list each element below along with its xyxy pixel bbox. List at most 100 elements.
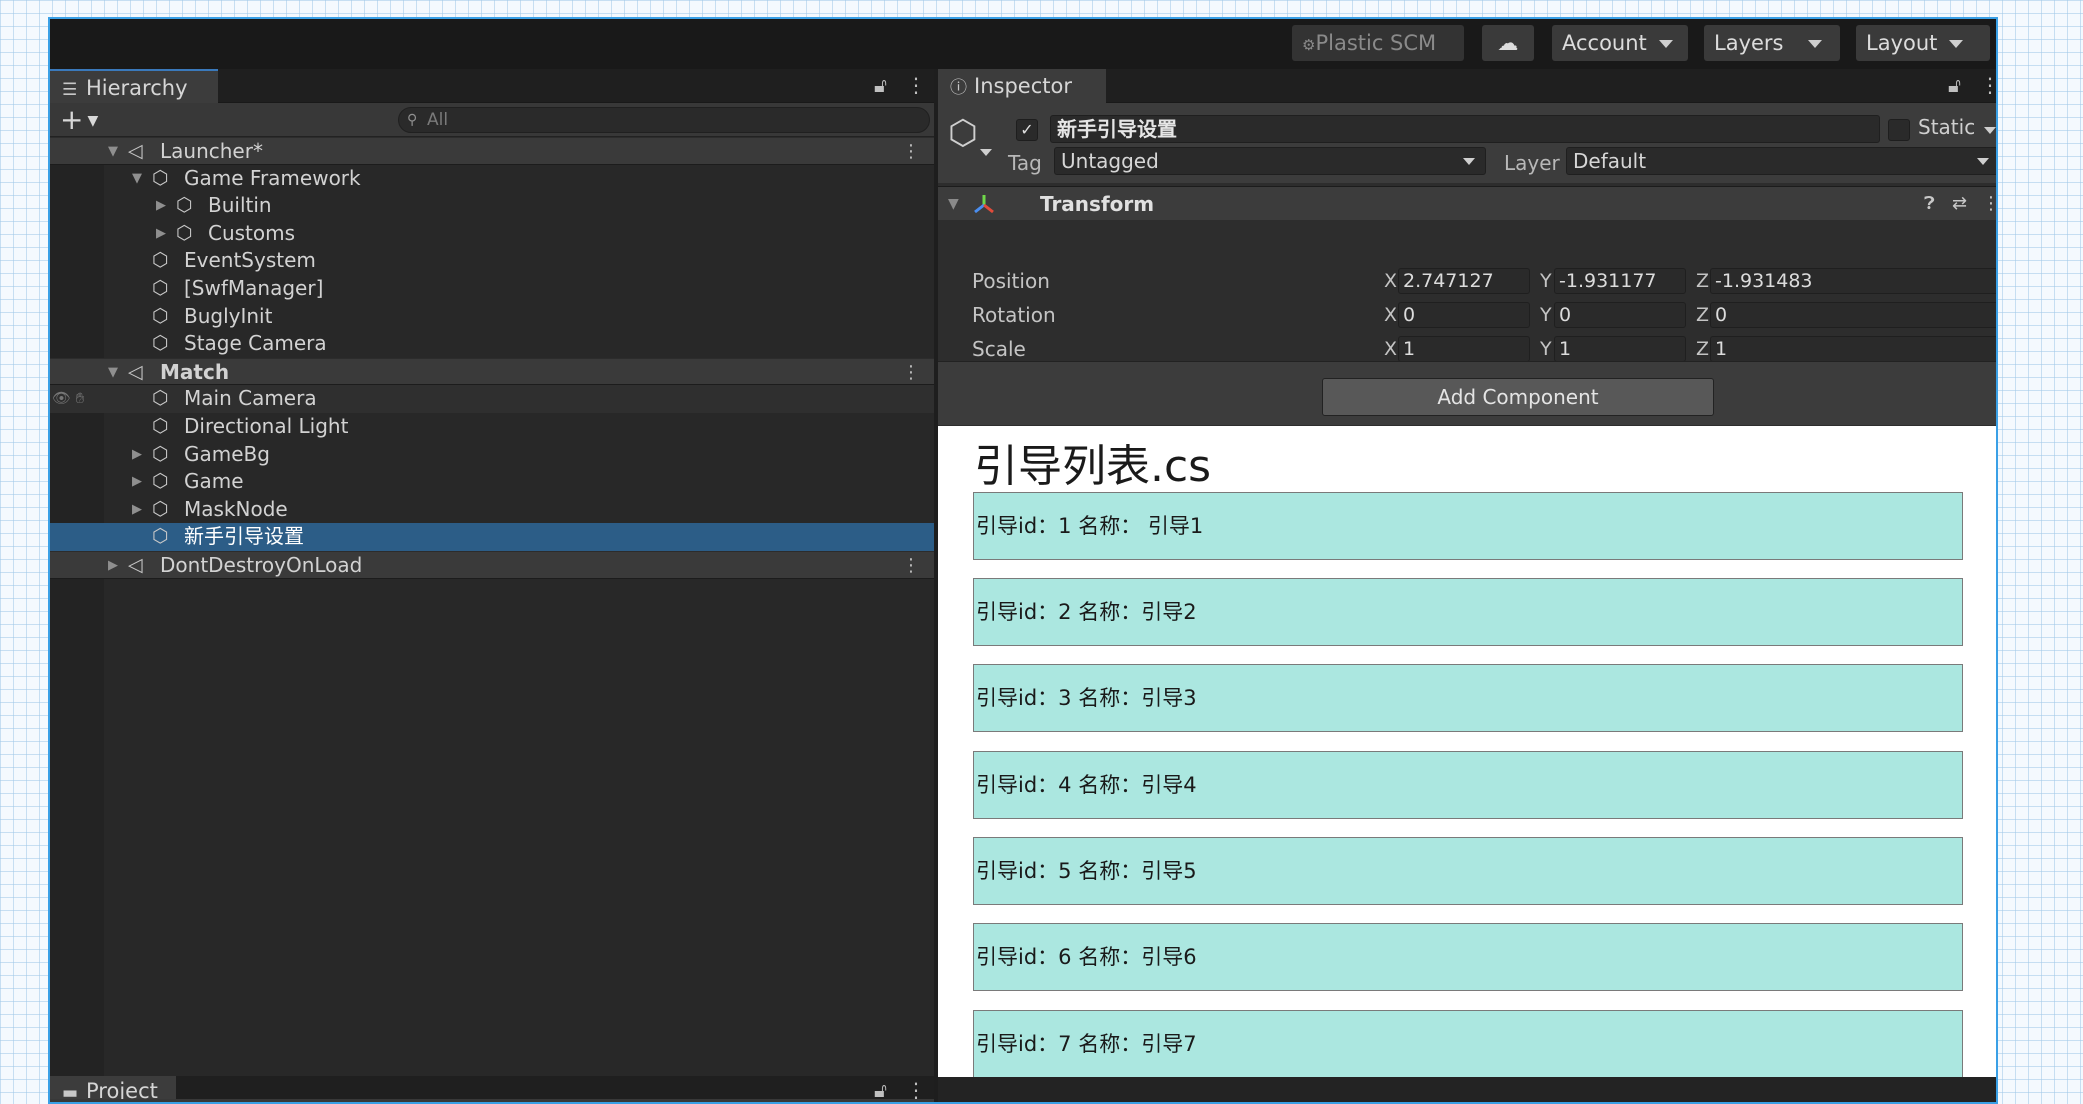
gameobject-cube-icon: ⬡ [176, 194, 193, 217]
tree-item-selected[interactable]: ⬡ 新手引导设置 [50, 523, 934, 551]
scene-row-launcher[interactable]: ▼ ◁ Launcher* ⋮ [50, 137, 934, 165]
lock-icon[interactable]: 🔓︎ [1948, 73, 1961, 97]
tree-item-label: EventSystem [184, 248, 316, 273]
tree-item[interactable]: ▶ ⬡ MaskNode [50, 496, 934, 524]
static-checkbox[interactable] [1888, 119, 1910, 141]
more-icon[interactable]: ⋮ [1982, 187, 1996, 221]
guide-list-item[interactable]: 引导id：2 名称：引导2 [973, 578, 1963, 646]
guide-list-item[interactable]: 引导id：6 名称：引导6 [973, 923, 1963, 991]
guide-list-item[interactable]: 引导id：1 名称： 引导1 [973, 492, 1963, 560]
visibility-eye-icon[interactable]: 👁︎ ✋︎ [52, 385, 84, 413]
expand-arrow-icon[interactable]: ▼ [948, 187, 959, 221]
tree-item[interactable]: ⬡ Stage Camera [50, 330, 934, 358]
axis-x-label[interactable]: X [1384, 302, 1397, 328]
chevron-down-icon [980, 149, 992, 156]
plastic-scm-button[interactable]: ⚙Plastic SCM [1292, 25, 1464, 61]
axis-z-label[interactable]: Z [1696, 336, 1709, 362]
preset-icon[interactable]: ⇄ [1952, 187, 1967, 221]
tree-item-label: MaskNode [184, 496, 288, 521]
tree-item[interactable]: ▶ ⬡ GameBg [50, 441, 934, 469]
axis-y-label[interactable]: Y [1540, 302, 1552, 328]
cloud-icon: ☁ [1497, 31, 1519, 55]
rotation-x-field[interactable]: 0 [1398, 302, 1530, 328]
collapsed-arrow-icon[interactable]: ▶ [156, 220, 170, 248]
tree-item[interactable]: 👁︎ ✋︎ ⬡ Main Camera [50, 385, 934, 413]
help-icon[interactable]: ❓︎ [1924, 187, 1935, 221]
chevron-down-icon[interactable] [1984, 127, 1996, 134]
position-x-field[interactable]: 2.747127 [1398, 268, 1530, 294]
axis-y-label[interactable]: Y [1540, 268, 1552, 294]
scale-y-field[interactable]: 1 [1554, 336, 1686, 362]
tree-item[interactable]: ⬡ EventSystem [50, 247, 934, 275]
tree-item[interactable]: ⬡ Directional Light [50, 413, 934, 441]
object-name-field[interactable]: 新手引导设置 [1050, 115, 1880, 143]
tab-inspector[interactable]: ⓘ Inspector [938, 69, 1106, 103]
axis-y-label[interactable]: Y [1540, 336, 1552, 362]
more-icon[interactable]: ⋮ [906, 73, 926, 97]
expand-arrow-icon[interactable]: ▼ [132, 165, 146, 193]
more-icon[interactable]: ⋮ [902, 359, 920, 387]
guide-list-item[interactable]: 引导id：5 名称：引导5 [973, 837, 1963, 905]
tree-item[interactable]: ▼ ⬡ Game Framework [50, 165, 934, 193]
collapsed-arrow-icon[interactable]: ▶ [132, 496, 146, 524]
position-z-field[interactable]: -1.931483 [1710, 268, 1996, 294]
expand-arrow-icon[interactable]: ▼ [108, 359, 122, 387]
transform-header[interactable]: ▼ Transform ❓︎ ⇄ ⋮ [938, 186, 1996, 220]
layer-dropdown[interactable]: Default [1566, 147, 1996, 175]
tree-item[interactable]: ⬡ BuglyInit [50, 303, 934, 331]
tab-hierarchy[interactable]: ☰ Hierarchy [50, 69, 218, 103]
tree-item[interactable]: ▶ ⬡ Game [50, 468, 934, 496]
axis-z-label[interactable]: Z [1696, 302, 1709, 328]
gameobject-cube-icon: ⬡ [152, 304, 169, 327]
active-checkbox[interactable]: ✓ [1016, 119, 1038, 141]
position-y-field[interactable]: -1.931177 [1554, 268, 1686, 294]
tree-item[interactable]: ▶ ⬡ Customs [50, 220, 934, 248]
gameobject-cube-icon: ⬡ [152, 525, 169, 548]
tag-dropdown[interactable]: Untagged [1054, 147, 1486, 175]
collapsed-arrow-icon[interactable]: ▶ [108, 552, 122, 580]
inspector-panel: ⓘ Inspector 🔓︎ ⋮ ⬡ ✓ 新手引导设置 Static Tag Un… [938, 69, 1996, 1102]
collapsed-arrow-icon[interactable]: ▶ [156, 192, 170, 220]
layer-label: Layer [1504, 151, 1560, 175]
more-icon[interactable]: ⋮ [902, 552, 920, 580]
guide-list-item[interactable]: 引导id：3 名称：引导3 [973, 664, 1963, 732]
rotation-y-field[interactable]: 0 [1554, 302, 1686, 328]
chevron-down-icon [1807, 40, 1822, 48]
guide-list-item[interactable]: 引导id：4 名称：引导4 [973, 751, 1963, 819]
tree-item-label: Customs [208, 220, 296, 245]
layers-dropdown[interactable]: Layers [1704, 25, 1840, 61]
axis-x-label[interactable]: X [1384, 268, 1397, 294]
more-icon[interactable]: ⋮ [1980, 73, 1996, 97]
tree-item-label: Builtin [208, 193, 272, 218]
tree-item[interactable]: ⬡ [SwfManager] [50, 275, 934, 303]
gameobject-cube-icon[interactable]: ⬡ [948, 113, 978, 153]
axis-x-label[interactable]: X [1384, 336, 1397, 362]
collapsed-arrow-icon[interactable]: ▶ [132, 468, 146, 496]
rotation-z-field[interactable]: 0 [1710, 302, 1996, 328]
expand-arrow-icon[interactable]: ▼ [108, 138, 122, 166]
chevron-down-icon [1658, 40, 1673, 48]
gameobject-cube-icon: ⬡ [152, 414, 169, 437]
add-component-area: Add Component [938, 361, 1996, 425]
hierarchy-panel: ☰ Hierarchy 🔓︎ ⋮ + ▼ ⚲ All ▼ ◁ Launcher* ⋮… [50, 69, 934, 1102]
scene-row-match[interactable]: ▼ ◁ Match ⋮ [50, 357, 934, 387]
more-icon[interactable]: ⋮ [902, 138, 920, 166]
add-component-button[interactable]: Add Component [1322, 378, 1714, 416]
create-button[interactable]: + ▼ [60, 103, 98, 138]
lock-icon[interactable]: 🔓︎ [874, 73, 887, 97]
hierarchy-search-input[interactable]: ⚲ All [398, 107, 930, 133]
gameobject-cube-icon: ⬡ [152, 166, 169, 189]
scale-x-field[interactable]: 1 [1398, 336, 1530, 362]
layout-dropdown[interactable]: Layout [1856, 25, 1990, 61]
project-toolbar [50, 1099, 934, 1102]
scene-row-dontdestroyonload[interactable]: ▶ ◁ DontDestroyOnLoad ⋮ [50, 550, 934, 580]
axis-z-label[interactable]: Z [1696, 268, 1709, 294]
scale-z-field[interactable]: 1 [1710, 336, 1996, 362]
cloud-button[interactable]: ☁ [1482, 25, 1534, 61]
account-dropdown[interactable]: Account [1552, 25, 1688, 61]
gameobject-cube-icon: ⬡ [152, 470, 169, 493]
tree-item[interactable]: ▶ ⬡ Builtin [50, 192, 934, 220]
tree-item-label: Main Camera [184, 386, 317, 411]
collapsed-arrow-icon[interactable]: ▶ [132, 441, 146, 469]
guide-list-item[interactable]: 引导id：7 名称：引导7 [973, 1010, 1963, 1077]
